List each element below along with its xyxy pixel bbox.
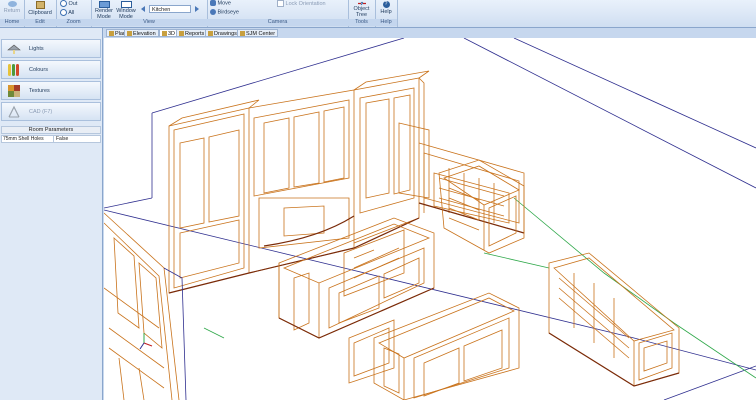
axis-gizmo: [139, 333, 153, 350]
tab-drawings[interactable]: Drawings: [205, 29, 240, 37]
group-label-help: Help: [375, 19, 397, 26]
tab-elevation[interactable]: Elevation: [124, 29, 159, 37]
birdseye-icon: [210, 9, 216, 15]
parameter-name: 75mm Shell Holes: [3, 136, 44, 142]
view-forward-icon[interactable]: [195, 6, 199, 12]
room-walls: [104, 38, 756, 400]
group-label-tools: Tools: [348, 19, 375, 26]
window-mode-button[interactable]: Window Mode: [115, 0, 137, 20]
left-panel: Lights Colours Textures CAD (F7) Room Pa…: [0, 28, 103, 400]
colours-button[interactable]: Colours: [1, 60, 101, 79]
front-island: [348, 292, 520, 400]
ribbon-toolbar: Return Home Clipboard Edit Out All Zoom …: [0, 0, 756, 28]
lights-button[interactable]: Lights: [1, 39, 101, 58]
ribbon-group-camera: Move Birdseye Lock Orientation Camera: [207, 0, 349, 27]
clipboard-icon: [35, 1, 45, 9]
group-label-home: Home: [0, 19, 24, 26]
paint-swatch-icon: [8, 64, 19, 76]
room-parameter-row[interactable]: 75mm Shell Holes False: [1, 135, 101, 143]
far-right-cabinet: [548, 252, 680, 387]
floor-lines: [203, 197, 756, 379]
help-icon: ?: [382, 1, 390, 8]
group-label-view: View: [91, 19, 207, 26]
center-island: [278, 217, 435, 339]
group-label-edit: Edit: [24, 19, 56, 26]
island-base: [278, 287, 435, 339]
ribbon-group-help: ? Help Help: [375, 0, 398, 27]
render-mode-button[interactable]: Render Mode: [93, 0, 115, 20]
birdseye-button[interactable]: Birdseye: [210, 9, 239, 16]
clipboard-button[interactable]: Clipboard: [26, 0, 54, 16]
3d-icon: [162, 31, 167, 36]
drawings-icon: [208, 31, 213, 36]
ribbon-group-tools: Object Tree Tools: [348, 0, 376, 27]
ribbon-group-edit: Clipboard Edit: [24, 0, 57, 27]
lamp-icon: [7, 44, 21, 54]
back-wall-cabinets: [168, 70, 525, 294]
move-icon: [210, 0, 216, 6]
group-label-zoom: Zoom: [56, 19, 91, 26]
tab-sjm-center[interactable]: SJM Center: [237, 29, 279, 37]
room-select[interactable]: Kitchen: [149, 5, 191, 13]
plan-icon: [109, 31, 114, 36]
help-button[interactable]: ? Help: [377, 0, 395, 15]
window-mode-icon: [120, 1, 132, 8]
3d-viewport[interactable]: [104, 38, 756, 400]
zoom-all-button[interactable]: All: [60, 9, 74, 17]
ribbon-group-zoom: Out All Zoom: [56, 0, 92, 27]
cad-button[interactable]: CAD (F7): [1, 102, 101, 121]
checkbox-icon: [277, 0, 284, 7]
textures-button[interactable]: Textures: [1, 81, 101, 100]
sjm-center-icon: [240, 31, 245, 36]
ribbon-group-home: Return Home: [0, 0, 25, 27]
left-tall-cabinet: [104, 212, 180, 400]
right-side-cabinet: [438, 159, 525, 254]
cad-icon: [8, 105, 20, 118]
elevation-icon: [127, 31, 132, 36]
zoom-all-icon: [60, 9, 67, 16]
group-label-camera: Camera: [207, 19, 348, 26]
zoom-out-icon: [60, 0, 67, 7]
view-back-icon[interactable]: [141, 6, 145, 12]
move-button[interactable]: Move: [210, 0, 231, 7]
parameter-value: False: [53, 136, 68, 143]
texture-icon: [8, 85, 20, 97]
wireframe-scene[interactable]: [104, 38, 756, 400]
lock-orientation-checkbox[interactable]: Lock Orientation: [277, 0, 326, 8]
tab-reports[interactable]: Reports: [176, 29, 208, 37]
view-tab-bar: Plan Elevation 3D Reports Drawings SJM C…: [104, 28, 756, 38]
reports-icon: [179, 31, 184, 36]
object-tree-button[interactable]: Object Tree: [350, 0, 373, 18]
ribbon-group-view: Render Mode Window Mode Kitchen View: [91, 0, 208, 27]
return-icon: [7, 1, 17, 7]
render-mode-icon: [98, 1, 110, 8]
return-button[interactable]: Return: [3, 0, 21, 14]
room-parameters-header: Room Parameters: [1, 126, 101, 134]
zoom-out-button[interactable]: Out: [60, 0, 77, 8]
